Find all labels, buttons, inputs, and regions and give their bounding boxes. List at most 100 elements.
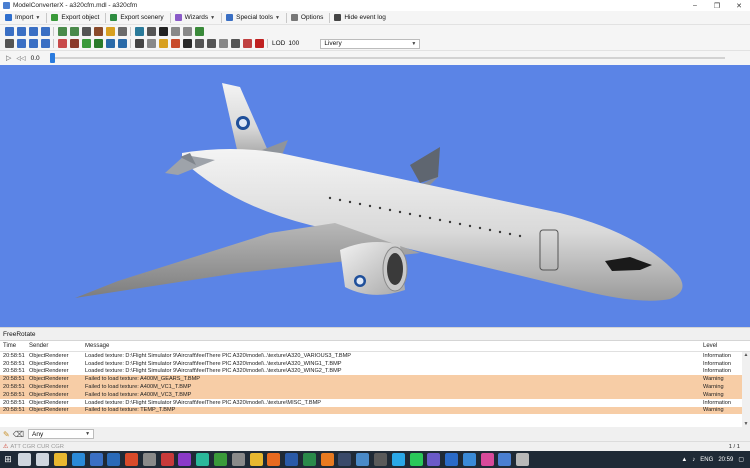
view-top-icon[interactable]	[28, 26, 38, 36]
mixer-icon[interactable]	[142, 453, 156, 466]
table-icon[interactable]	[40, 39, 50, 48]
collision-icon[interactable]	[206, 39, 216, 48]
redo-icon[interactable]	[182, 26, 192, 36]
steam-icon[interactable]	[338, 453, 352, 466]
windows-start-icon[interactable]: ⊞	[0, 451, 16, 468]
camera-icon[interactable]	[182, 39, 192, 48]
log-scrollbar[interactable]: ▲ ▼	[742, 352, 750, 428]
menu-hide-event-log[interactable]: Hide event log	[332, 12, 390, 24]
wireframe-icon[interactable]	[81, 26, 91, 36]
log-row[interactable]: 20:58:51 ObjectRenderer Loaded texture: D:…	[0, 352, 750, 360]
rewind-icon[interactable]: ◁◁	[16, 55, 25, 62]
timeline-slider[interactable]	[49, 53, 725, 63]
attach-point-icon[interactable]	[146, 39, 156, 48]
network-icon[interactable]: ▲	[681, 457, 687, 463]
menu-export-scenery[interactable]: Export scenery	[108, 12, 167, 24]
level-filter-select[interactable]: Any ▼	[28, 429, 95, 439]
chrome-icon[interactable]	[249, 453, 263, 466]
list-icon[interactable]	[16, 39, 26, 48]
calculator-icon[interactable]	[374, 453, 388, 466]
normals-icon[interactable]	[93, 26, 103, 36]
store-icon[interactable]	[89, 453, 103, 466]
scenery-icon[interactable]	[81, 39, 91, 48]
menu-export-object[interactable]: Export object	[49, 12, 103, 24]
road-icon[interactable]	[105, 39, 115, 48]
paint3d-icon[interactable]	[480, 453, 494, 466]
photos-icon[interactable]	[213, 453, 227, 466]
globe-icon[interactable]	[117, 39, 127, 48]
notification-icon[interactable]: ▢	[738, 456, 744, 463]
mail-icon[interactable]	[107, 453, 121, 466]
excel-icon[interactable]	[302, 453, 316, 466]
column-message[interactable]: Message	[82, 343, 700, 349]
edge-icon[interactable]	[71, 453, 85, 466]
sun-icon[interactable]	[158, 39, 168, 48]
minimize-button[interactable]: –	[684, 0, 706, 11]
language-indicator[interactable]: ENG	[700, 457, 713, 463]
zoom-out-icon[interactable]	[69, 26, 79, 36]
time-value[interactable]: 0.0	[31, 55, 40, 62]
spotify-icon[interactable]	[409, 453, 423, 466]
timeline-slider-thumb[interactable]	[49, 53, 55, 63]
paint-icon[interactable]	[178, 453, 192, 466]
onedrive-icon[interactable]	[462, 453, 476, 466]
close-button[interactable]: ✕	[728, 0, 750, 11]
menu-import[interactable]: Import ▼	[3, 12, 44, 24]
column-sender[interactable]: Sender	[26, 343, 82, 349]
zoom-in-icon[interactable]	[57, 26, 67, 36]
column-time[interactable]: Time	[0, 343, 26, 349]
grid-icon[interactable]	[117, 26, 127, 36]
undo-icon[interactable]	[170, 26, 180, 36]
folder-icon[interactable]	[53, 453, 67, 466]
material-icon[interactable]	[57, 39, 67, 48]
clear-icon[interactable]: ⌫	[13, 430, 24, 439]
terminal-icon[interactable]	[160, 453, 174, 466]
play-icon[interactable]: ▷	[6, 54, 11, 62]
grid-view-icon[interactable]	[28, 39, 38, 48]
search-icon[interactable]	[18, 453, 32, 466]
music-icon[interactable]	[196, 453, 210, 466]
menu-special-tools[interactable]: Special tools ▼	[224, 12, 284, 24]
teams-icon[interactable]	[427, 453, 441, 466]
effects-icon[interactable]	[194, 39, 204, 48]
maximize-button[interactable]: ❐	[706, 0, 728, 11]
menu-options[interactable]: Options	[289, 12, 327, 24]
log-row[interactable]: 20:58:51 ObjectRenderer Loaded texture: D:…	[0, 399, 750, 407]
edit-icon[interactable]: ✎	[3, 430, 10, 439]
log-row[interactable]: 20:58:51 ObjectRenderer Failed to load tex…	[0, 406, 750, 415]
view-side-icon[interactable]	[16, 26, 26, 36]
refresh-icon[interactable]	[194, 26, 204, 36]
log-row[interactable]: 20:58:51 ObjectRenderer Loaded texture: D:…	[0, 360, 750, 368]
lights-icon[interactable]	[105, 26, 115, 36]
texture-icon[interactable]	[134, 26, 144, 36]
tree-icon[interactable]	[93, 39, 103, 48]
lod-value[interactable]: 100	[288, 40, 320, 47]
animation-icon[interactable]	[134, 39, 144, 48]
menu-wizards[interactable]: Wizards ▼	[173, 12, 219, 24]
column-level[interactable]: Level	[700, 343, 742, 349]
log-row[interactable]: 20:58:51 ObjectRenderer Failed to load tex…	[0, 390, 750, 399]
vlc-icon[interactable]	[320, 453, 334, 466]
firefox-icon[interactable]	[267, 453, 281, 466]
flight-sim-icon[interactable]	[516, 453, 530, 466]
walk-icon[interactable]	[158, 26, 168, 36]
bug-icon[interactable]	[242, 39, 252, 48]
word-icon[interactable]	[285, 453, 299, 466]
lod-icon[interactable]	[218, 39, 228, 48]
volume-icon[interactable]: ♪	[692, 457, 695, 463]
bounding-box-icon[interactable]	[146, 26, 156, 36]
skype-icon[interactable]	[391, 453, 405, 466]
apple-icon[interactable]	[254, 39, 264, 48]
media-icon[interactable]	[125, 453, 139, 466]
livery-select[interactable]: Livery ▼	[320, 38, 421, 49]
gear-icon[interactable]	[230, 39, 240, 48]
scroll-up-icon[interactable]: ▲	[742, 352, 750, 359]
log-row[interactable]: 20:58:51 ObjectRenderer Loaded texture: D:…	[0, 368, 750, 376]
outlook-icon[interactable]	[445, 453, 459, 466]
view-front-icon[interactable]	[4, 26, 14, 36]
clock[interactable]: 20:59	[718, 457, 733, 463]
color-icon[interactable]	[170, 39, 180, 48]
notepad-icon[interactable]	[356, 453, 370, 466]
view-perspective-icon[interactable]	[40, 26, 50, 36]
log-row[interactable]: 20:58:51 ObjectRenderer Failed to load tex…	[0, 383, 750, 391]
